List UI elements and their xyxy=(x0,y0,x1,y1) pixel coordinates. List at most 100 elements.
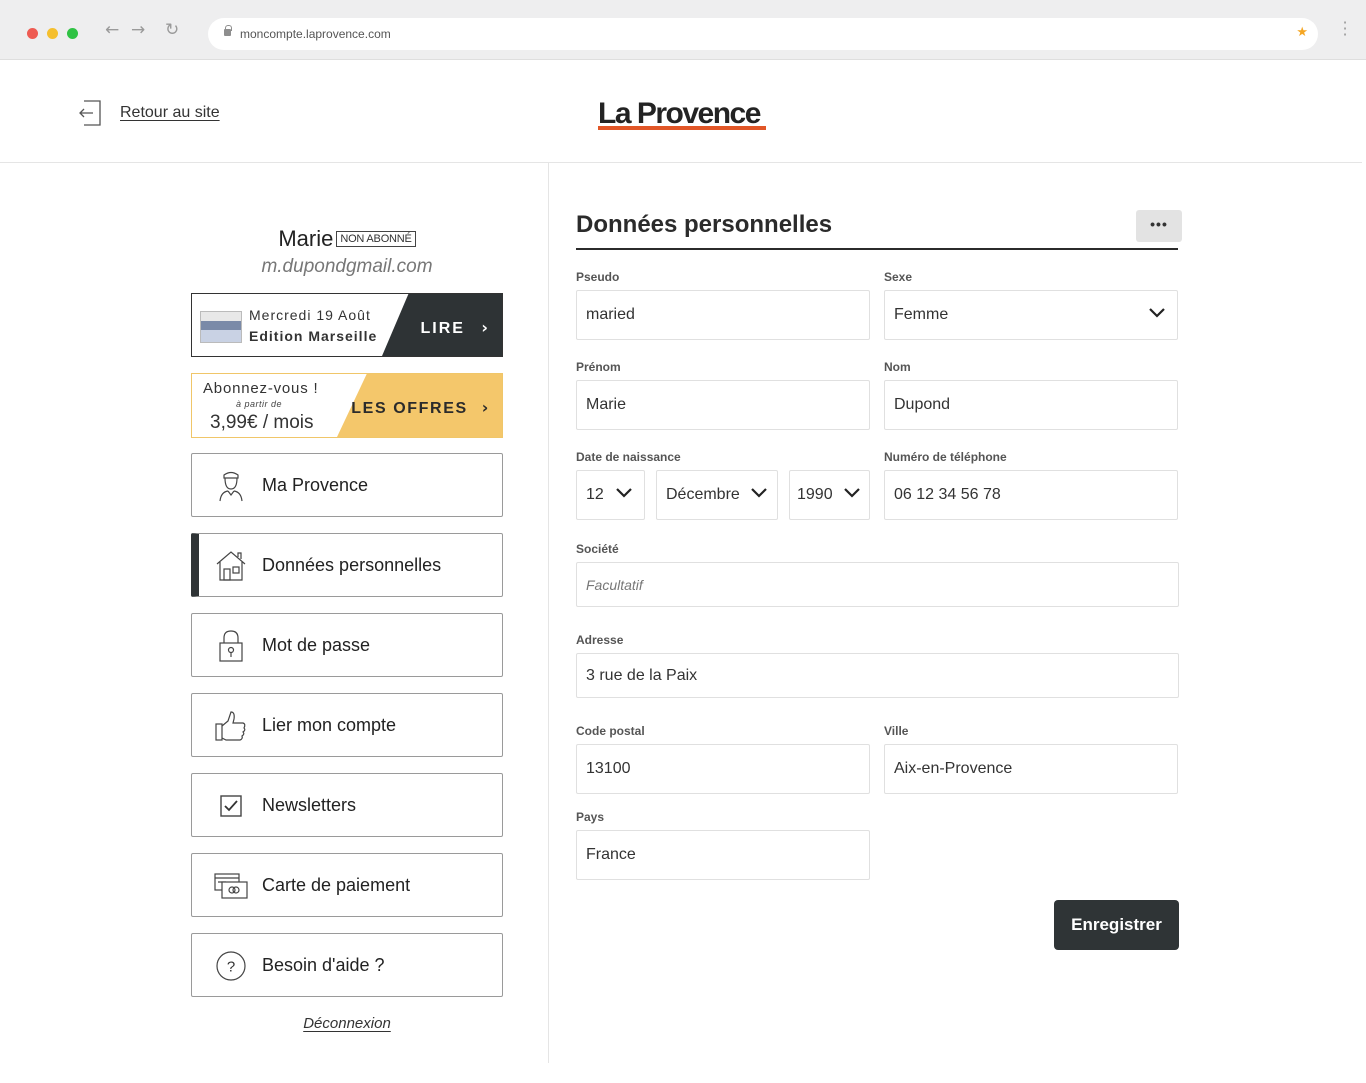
chevron-down-icon xyxy=(751,488,767,498)
question-icon: ? xyxy=(216,951,246,981)
sidebar-item-carte-de-paiement[interactable]: Carte de paiement xyxy=(191,853,503,917)
pseudo-field[interactable]: maried xyxy=(576,290,870,340)
offer-price: 3,99€ / mois xyxy=(210,412,314,433)
bookmark-star-icon[interactable]: ★ xyxy=(1296,25,1308,40)
read-button[interactable]: LIRE › xyxy=(421,318,491,338)
code-postal-value: 13100 xyxy=(586,760,631,777)
pays-field[interactable]: France xyxy=(576,830,870,880)
browser-menu-icon[interactable]: · · · xyxy=(1342,15,1348,43)
house-icon xyxy=(216,551,246,581)
prenom-value: Marie xyxy=(586,396,627,413)
nom-label: Nom xyxy=(884,360,911,374)
lock-icon xyxy=(219,630,243,662)
close-window-button[interactable] xyxy=(27,28,38,39)
url-text: moncompte.laprovence.com xyxy=(240,27,391,41)
sidebar-item-label: Carte de paiement xyxy=(262,875,411,895)
minimize-window-button[interactable] xyxy=(47,28,58,39)
sexe-label: Sexe xyxy=(884,270,913,284)
user-icon xyxy=(219,471,243,502)
offer-from-text: à partir de xyxy=(236,399,283,409)
code-postal-label: Code postal xyxy=(576,724,645,738)
birth-day-select[interactable]: 12 xyxy=(576,470,645,520)
subscribe-offer-card[interactable]: Abonnez-vous ! à partir de 3,99€ / mois … xyxy=(191,373,503,438)
chevron-right-icon: › xyxy=(481,398,490,417)
sidebar-item-label: Ma Provence xyxy=(262,475,369,495)
prenom-field[interactable]: Marie xyxy=(576,380,870,430)
pays-value: France xyxy=(586,846,636,863)
offers-button-label: LES OFFRES xyxy=(351,400,468,417)
offer-headline: Abonnez-vous ! xyxy=(203,380,319,397)
birth-month-value: Décembre xyxy=(666,486,740,503)
chevron-down-icon xyxy=(844,488,860,498)
sidebar-item-mot-de-passe[interactable]: Mot de passe xyxy=(191,613,503,677)
address-bar[interactable]: moncompte.laprovence.com ★ xyxy=(208,18,1318,50)
ville-value: Aix-en-Provence xyxy=(894,760,1013,777)
societe-field[interactable]: Facultatif xyxy=(576,562,1179,607)
maximize-window-button[interactable] xyxy=(67,28,78,39)
sidebar-item-donnees-personnelles[interactable]: Données personnelles xyxy=(191,533,503,597)
title-underline xyxy=(576,248,1178,250)
birthdate-label: Date de naissance xyxy=(576,450,681,464)
sidebar-item-newsletters[interactable]: Newsletters xyxy=(191,773,503,837)
status-badge: NON ABONNÉ xyxy=(336,231,416,247)
back-to-site-link[interactable]: Retour au site xyxy=(78,100,220,126)
phone-label: Numéro de téléphone xyxy=(884,450,1007,464)
newspaper-thumbnail xyxy=(200,311,242,343)
thumbs-up-icon xyxy=(215,711,246,741)
offers-button[interactable]: LES OFFRES › xyxy=(351,398,490,418)
pseudo-value: maried xyxy=(586,306,635,323)
sidebar-item-label: Lier mon compte xyxy=(262,715,397,735)
header-divider xyxy=(0,162,1362,163)
logo-underline xyxy=(598,126,766,130)
back-to-site-label: Retour au site xyxy=(120,104,220,121)
browser-toolbar: ← → ↻ moncompte.laprovence.com ★ · · · xyxy=(0,0,1366,60)
reload-icon[interactable]: ↻ xyxy=(165,20,179,40)
sexe-select[interactable]: Femme xyxy=(884,290,1178,340)
phone-value: 06 12 34 56 78 xyxy=(894,486,1001,503)
sidebar-item-label: Newsletters xyxy=(262,795,357,815)
societe-placeholder: Facultatif xyxy=(586,576,643,593)
phone-field[interactable]: 06 12 34 56 78 xyxy=(884,470,1178,520)
sidebar-item-label: Mot de passe xyxy=(262,635,371,655)
adresse-value: 3 rue de la Paix xyxy=(586,666,698,684)
read-edition-card[interactable]: Mercredi 19 Août Edition Marseille LIRE … xyxy=(191,293,503,357)
ville-field[interactable]: Aix-en-Provence xyxy=(884,744,1178,794)
user-first-name: Marie xyxy=(278,226,334,251)
sidebar-item-ma-provence[interactable]: Ma Provence xyxy=(191,453,503,517)
adresse-label: Adresse xyxy=(576,633,624,647)
edition-name: Edition Marseille xyxy=(249,328,378,344)
column-divider xyxy=(548,163,549,1063)
logout-link[interactable]: Déconnexion xyxy=(0,1015,694,1032)
nom-value: Dupond xyxy=(894,396,951,413)
birth-day-value: 12 xyxy=(586,486,604,503)
nom-field[interactable]: Dupond xyxy=(884,380,1178,430)
forward-arrow-icon[interactable]: → xyxy=(131,20,145,40)
svg-text:?: ? xyxy=(227,959,235,976)
sidebar-item-lier-mon-compte[interactable]: Lier mon compte xyxy=(191,693,503,757)
prenom-label: Prénom xyxy=(576,360,621,374)
societe-label: Société xyxy=(576,542,619,556)
sidebar-item-label: Besoin d'aide ? xyxy=(262,955,385,975)
save-button[interactable]: Enregistrer xyxy=(1054,900,1179,950)
checkbox-icon xyxy=(220,795,242,817)
code-postal-field[interactable]: 13100 xyxy=(576,744,870,794)
read-button-label: LIRE xyxy=(420,320,465,337)
edition-date: Mercredi 19 Août xyxy=(249,307,371,323)
back-arrow-icon[interactable]: ← xyxy=(105,20,119,40)
chevron-right-icon: › xyxy=(481,318,490,337)
chevron-down-icon xyxy=(1149,308,1165,318)
adresse-field[interactable]: 3 rue de la Paix xyxy=(576,653,1179,698)
exit-icon xyxy=(79,100,101,126)
birth-month-select[interactable]: Décembre xyxy=(656,470,778,520)
birth-year-select[interactable]: 1990 xyxy=(789,470,870,520)
card-icon xyxy=(214,873,248,899)
sexe-value: Femme xyxy=(894,306,949,323)
pseudo-label: Pseudo xyxy=(576,270,620,284)
sidebar-item-besoin-d-aide[interactable]: ? Besoin d'aide ? xyxy=(191,933,503,997)
chevron-down-icon xyxy=(616,488,632,498)
ville-label: Ville xyxy=(884,724,909,738)
sidebar-item-label: Données personnelles xyxy=(262,555,442,575)
lock-icon xyxy=(224,25,232,36)
more-options-button[interactable]: ••• xyxy=(1136,210,1182,242)
birth-year-value: 1990 xyxy=(797,486,833,503)
